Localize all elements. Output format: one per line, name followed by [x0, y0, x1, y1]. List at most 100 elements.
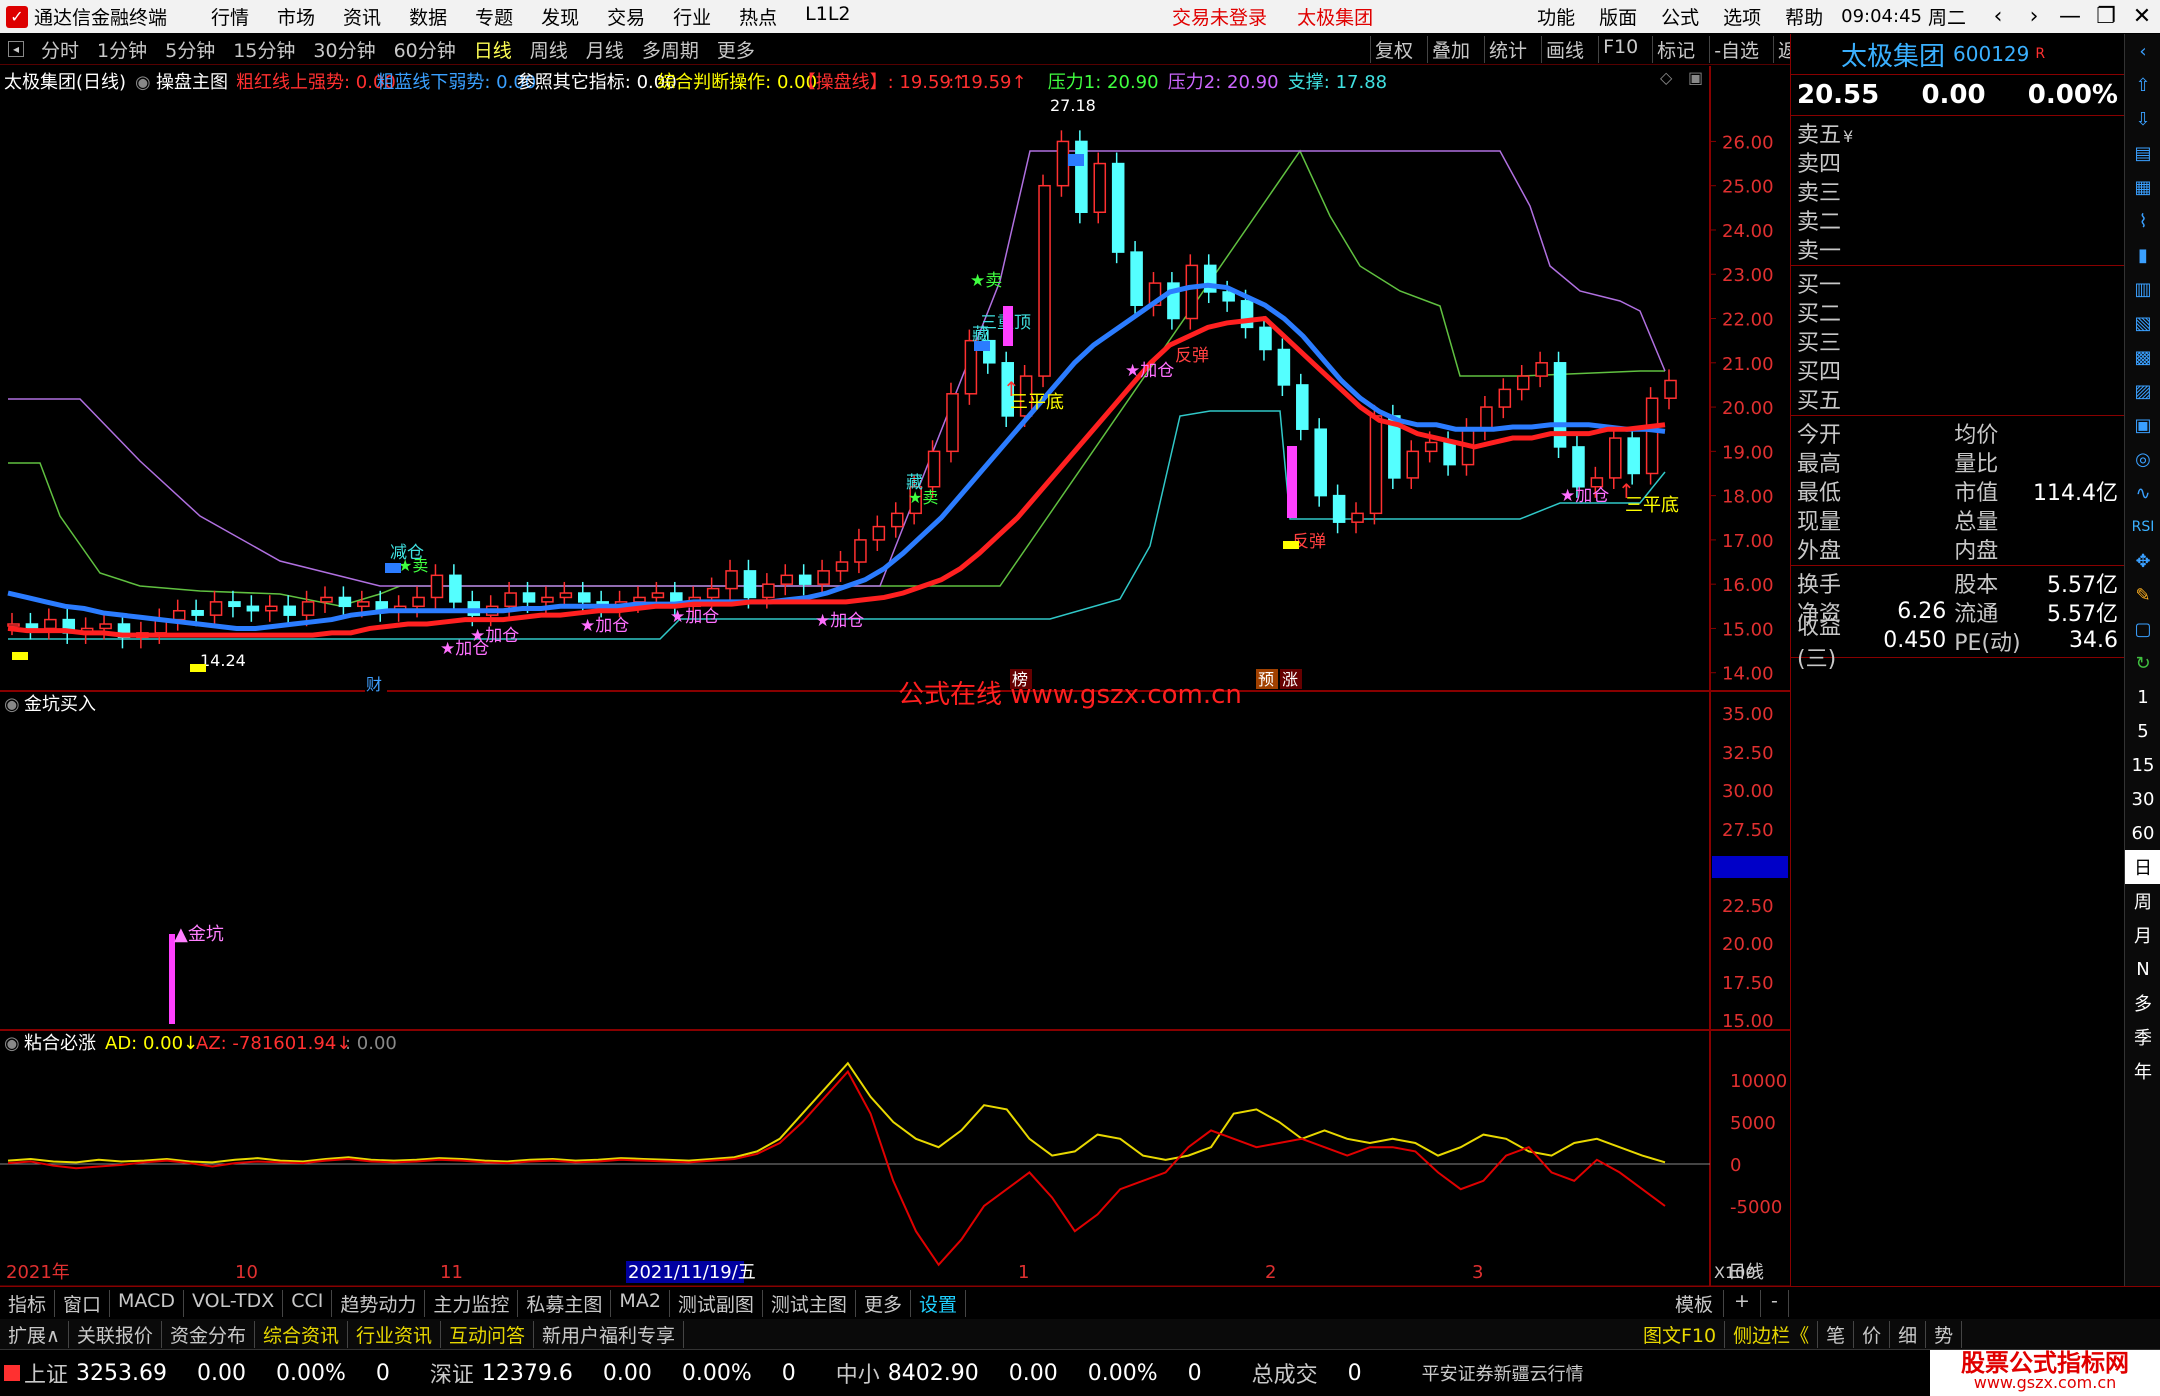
indicator-tab-12[interactable]: 设置 [911, 1290, 966, 1317]
right-menu-item-1[interactable]: 版面 [1599, 3, 1637, 30]
period-2[interactable]: 5分钟 [165, 36, 215, 63]
wave-icon[interactable]: ∿ [2125, 476, 2160, 510]
template-tab-2[interactable]: - [1761, 1290, 1789, 1317]
toolstrip-period-2[interactable]: 15 [2125, 748, 2160, 782]
indicator-tab-6[interactable]: 主力监控 [425, 1290, 519, 1317]
extension-tab-3[interactable]: 综合资讯 [255, 1320, 348, 1348]
period-9[interactable]: 多周期 [642, 36, 699, 63]
index-quote-1[interactable]: 深证 12379.6 0.00 0.00% 0 [430, 1357, 796, 1389]
extension-right-tab-0[interactable]: 图文F10 [1635, 1320, 1726, 1348]
collapse-icon[interactable]: ◂ [8, 41, 24, 57]
menu-item-0[interactable]: 行情 [211, 3, 249, 30]
move-icon[interactable]: ✥ [2125, 544, 2160, 578]
period-0[interactable]: 分时 [41, 36, 79, 63]
menu-item-5[interactable]: 发现 [541, 3, 579, 30]
indicator-tab-9[interactable]: 测试副图 [670, 1290, 763, 1317]
period-5[interactable]: 60分钟 [394, 36, 456, 63]
extension-right-tab-2[interactable]: 笔 [1818, 1320, 1855, 1348]
up-icon[interactable]: ⇧ [2125, 68, 2160, 102]
indicator-tab-5[interactable]: 趋势动力 [332, 1290, 426, 1317]
refresh-icon[interactable]: ↻ [2125, 646, 2160, 680]
diamond-icon[interactable]: ◇ [1660, 68, 1673, 87]
toolstrip-period-9[interactable]: 多 [2125, 986, 2160, 1020]
login-status[interactable]: 交易未登录 [1172, 7, 1267, 29]
kline-chart[interactable]: 26.00 25.00 24.00 23.00 22.00 21.00 20.00 19.00… [0, 66, 1790, 1286]
menu-item-8[interactable]: 热点 [739, 3, 777, 30]
rsi-icon[interactable]: RSI [2125, 510, 2160, 544]
chart-tool-2[interactable]: 统计 [1484, 35, 1531, 63]
menu-item-3[interactable]: 数据 [409, 3, 447, 30]
indicator-tab-10[interactable]: 测试主图 [763, 1290, 856, 1317]
table-icon[interactable]: ▦ [2125, 170, 2160, 204]
minimize-icon[interactable]: — [2052, 4, 2088, 29]
right-menu-item-0[interactable]: 功能 [1537, 3, 1575, 30]
back-arrow-icon[interactable]: ‹ [1980, 4, 2016, 29]
doc-icon[interactable]: ▨ [2125, 374, 2160, 408]
period-4[interactable]: 30分钟 [313, 36, 375, 63]
index-quote-2[interactable]: 中小 8402.90 0.00 0.00% 0 [836, 1357, 1202, 1389]
down-icon[interactable]: ⇩ [2125, 102, 2160, 136]
kline-icon[interactable]: ▮ [2125, 238, 2160, 272]
indicator-tab-0[interactable]: 指标 [0, 1290, 56, 1317]
extension-tab-6[interactable]: 新用户福利专享 [534, 1320, 685, 1348]
panel3-title[interactable]: 粘合必涨 [24, 1033, 96, 1054]
right-menu-item-2[interactable]: 公式 [1661, 3, 1699, 30]
toolstrip-period-6[interactable]: 周 [2125, 884, 2160, 918]
menu-item-6[interactable]: 交易 [607, 3, 645, 30]
template-tab-1[interactable]: + [1724, 1290, 1761, 1317]
indicator-toggle-icon[interactable]: ◉ [135, 72, 151, 93]
extension-right-tab-5[interactable]: 势 [1926, 1320, 1963, 1348]
line-chart-icon[interactable]: ⌇ [2125, 204, 2160, 238]
toolstrip-period-10[interactable]: 季 [2125, 1020, 2160, 1054]
indicator-tab-4[interactable]: CCI [283, 1290, 333, 1317]
forward-arrow-icon[interactable]: › [2016, 4, 2052, 29]
toolstrip-period-5[interactable]: 日 [2125, 850, 2160, 884]
report-icon[interactable]: ▤ [2125, 136, 2160, 170]
chart-tool-1[interactable]: 叠加 [1427, 35, 1474, 63]
restore-icon[interactable]: ❐ [2088, 4, 2124, 29]
index-quote-0[interactable]: 上证 3253.69 0.00 0.00% 0 [0, 1357, 390, 1389]
pen-icon[interactable]: ✎ [2125, 578, 2160, 612]
collapse-left-icon[interactable]: ‹ [2125, 34, 2160, 68]
indicator-tab-2[interactable]: MACD [110, 1290, 184, 1317]
chart-tool-3[interactable]: 画线 [1541, 35, 1588, 63]
grid-icon[interactable]: ▩ [2125, 340, 2160, 374]
chart-tool-6[interactable]: -自选 [1709, 35, 1763, 63]
fs-icon[interactable]: ▢ [2125, 612, 2160, 646]
period-10[interactable]: 更多 [717, 36, 755, 63]
panel3-toggle-icon[interactable]: ◉ [4, 1033, 20, 1054]
toolstrip-period-1[interactable]: 5 [2125, 714, 2160, 748]
toolstrip-period-11[interactable]: 年 [2125, 1054, 2160, 1088]
close-icon[interactable]: ✕ [2124, 4, 2160, 29]
menu-item-1[interactable]: 市场 [277, 3, 315, 30]
period-8[interactable]: 月线 [586, 36, 624, 63]
toolstrip-period-4[interactable]: 60 [2125, 816, 2160, 850]
period-7[interactable]: 周线 [530, 36, 568, 63]
chart-tool-0[interactable]: 复权 [1370, 35, 1417, 63]
menu-item-7[interactable]: 行业 [673, 3, 711, 30]
indicator-tab-7[interactable]: 私募主图 [518, 1290, 612, 1317]
extension-tab-1[interactable]: 关联报价 [69, 1320, 162, 1348]
period-3[interactable]: 15分钟 [233, 36, 295, 63]
panel2-toggle-icon[interactable]: ◉ [4, 694, 20, 715]
chart-tool-5[interactable]: 标记 [1652, 35, 1699, 63]
indicator-tab-1[interactable]: 窗口 [55, 1290, 111, 1317]
menu-item-2[interactable]: 资讯 [343, 3, 381, 30]
f10-icon[interactable]: ▧ [2125, 306, 2160, 340]
indicator-tab-8[interactable]: MA2 [611, 1290, 670, 1317]
toolstrip-period-7[interactable]: 月 [2125, 918, 2160, 952]
extension-tab-5[interactable]: 互动问答 [441, 1320, 534, 1348]
chart-tool-4[interactable]: F10 [1598, 35, 1642, 63]
indicator-tab-3[interactable]: VOL-TDX [184, 1290, 284, 1317]
right-menu-item-3[interactable]: 选项 [1723, 3, 1761, 30]
extension-tab-0[interactable]: 扩展∧ [0, 1320, 69, 1348]
right-menu-item-4[interactable]: 帮助 [1785, 3, 1823, 30]
template-tab-0[interactable]: 模板 [1665, 1290, 1725, 1317]
news-icon[interactable]: ▥ [2125, 272, 2160, 306]
indicator-name[interactable]: 操盘主图 [156, 72, 228, 93]
indicator-tab-11[interactable]: 更多 [856, 1290, 911, 1317]
menu-item-4[interactable]: 专题 [475, 3, 513, 30]
settings-circle-icon[interactable]: ◎ [2125, 442, 2160, 476]
extension-right-tab-1[interactable]: 侧边栏《 [1725, 1320, 1819, 1348]
period-1[interactable]: 1分钟 [97, 36, 147, 63]
